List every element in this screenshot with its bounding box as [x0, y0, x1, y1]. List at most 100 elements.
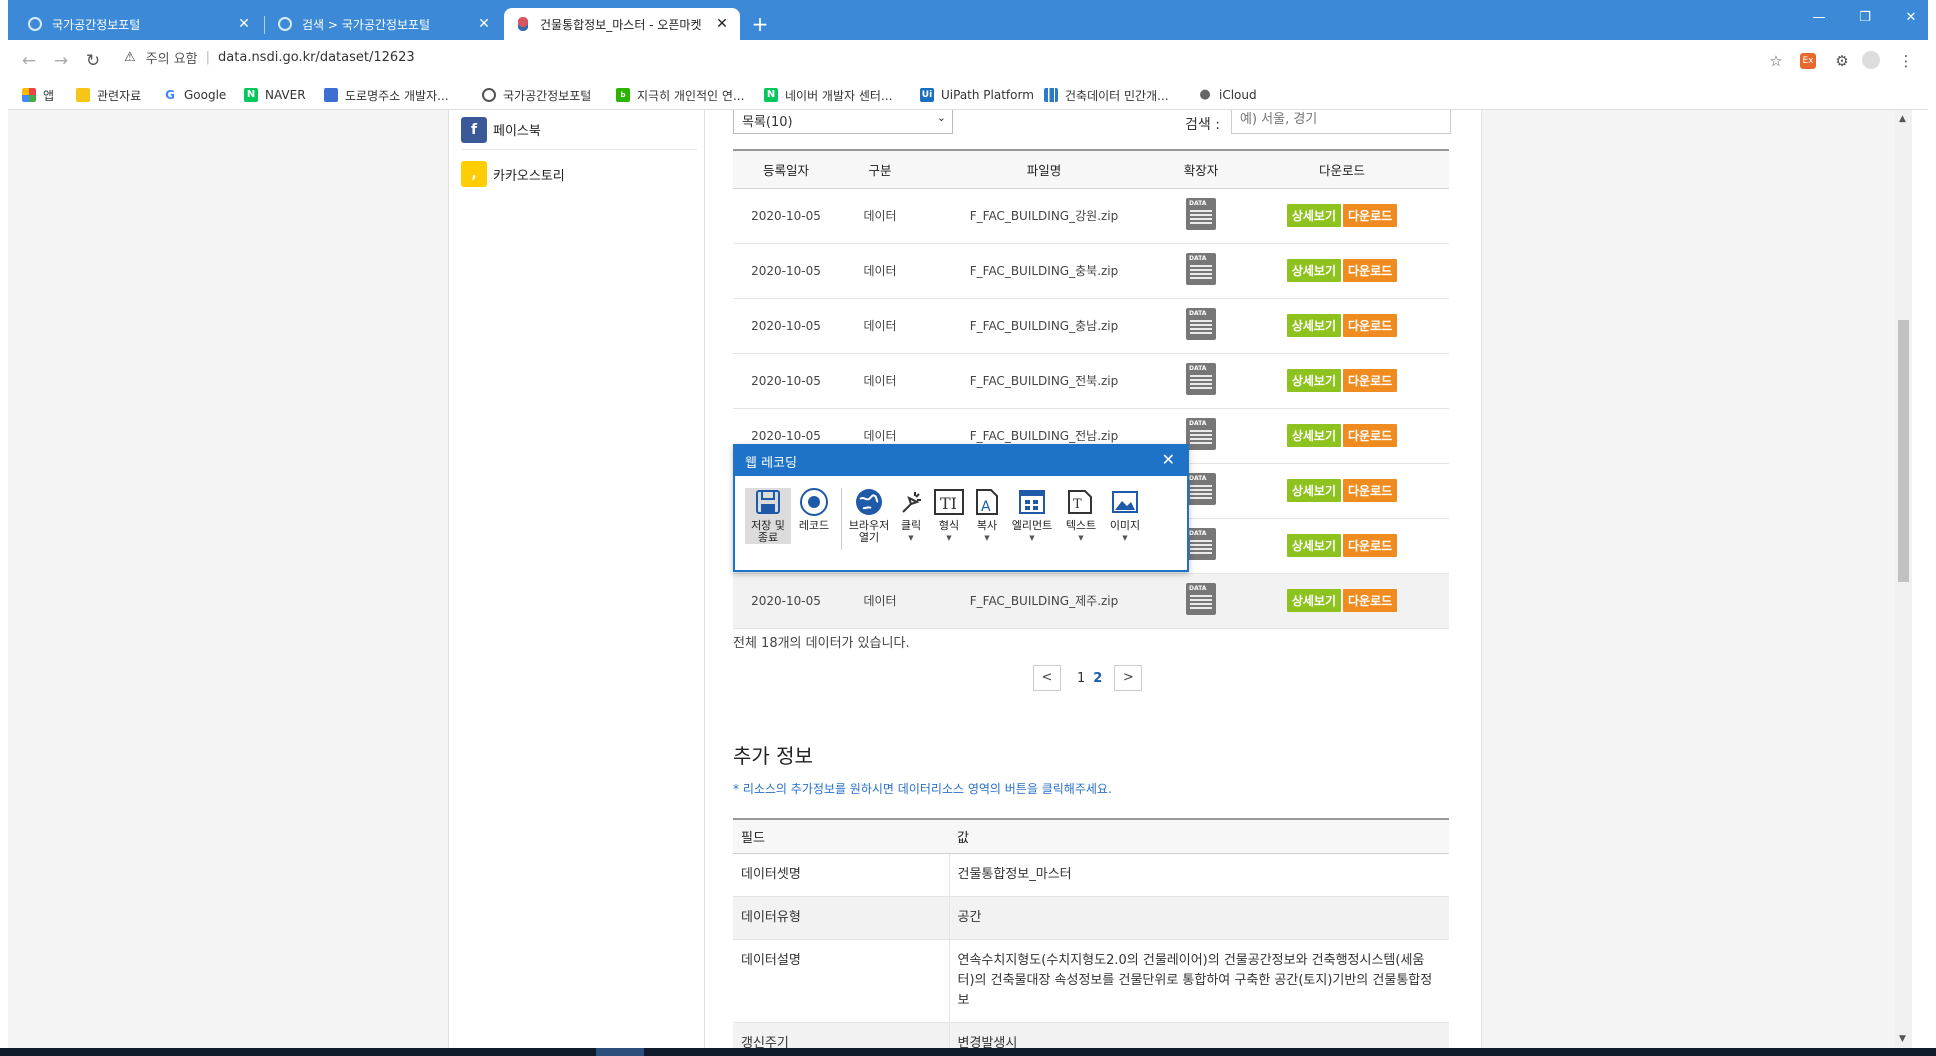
table-row: 2020-10-05 데이터 F_FAC_BUILDING_강원.zip 상세보… [733, 188, 1449, 244]
bookmark-building-data[interactable]: 건축데이터 민간개... [1044, 85, 1169, 105]
bookmark-folder[interactable]: 관련자료 [76, 85, 141, 105]
next-page-button[interactable]: > [1114, 665, 1143, 691]
restore-icon[interactable]: ❐ [1850, 10, 1880, 30]
minimize-icon[interactable]: — [1804, 10, 1834, 30]
bookmark-blog[interactable]: b 지극히 개인적인 연... [616, 85, 744, 105]
bookmark-naver[interactable]: N NAVER [244, 85, 306, 105]
click-button[interactable]: 클릭 ▼ [892, 488, 930, 544]
view-detail-button[interactable]: 상세보기 [1286, 314, 1341, 337]
vertical-scrollbar[interactable]: ▲ ▼ [1895, 110, 1912, 1048]
taskbar-active-app[interactable] [596, 1048, 644, 1056]
page-container: f 페이스북 , 카카오스토리 목록(10) ⌄ 검색 : 등록일자 구분 [448, 110, 1482, 1048]
download-button[interactable]: 다운로드 [1343, 314, 1398, 337]
bookmark-juso[interactable]: 도로명주소 개발자... [324, 85, 449, 105]
save-and-exit-button[interactable]: 저장 및 종료 [745, 488, 791, 544]
view-detail-button[interactable]: 상세보기 [1286, 479, 1341, 502]
new-tab-button[interactable]: + [748, 12, 772, 36]
download-button[interactable]: 다운로드 [1343, 589, 1398, 612]
data-file-icon [1186, 473, 1216, 505]
tab-dataset[interactable]: 건물통합정보_마스터 - 오픈마켓 ✕ [504, 8, 740, 40]
dropdown-arrow-icon: ▼ [1078, 534, 1084, 542]
cell-date: 2020-10-05 [733, 243, 839, 299]
scroll-down-icon[interactable]: ▼ [1899, 1034, 1906, 1044]
close-icon[interactable]: ✕ [476, 16, 492, 32]
prev-page-button[interactable]: < [1033, 665, 1061, 691]
bookmark-google[interactable]: G Google [163, 85, 226, 105]
svg-text:A: A [981, 499, 991, 515]
share-facebook-label: 페이스북 [493, 124, 541, 139]
field-name: 데이터설명 [733, 939, 950, 1023]
dropdown-arrow-icon: ▼ [1122, 534, 1128, 542]
share-facebook[interactable]: f 페이스북 [461, 110, 697, 150]
field-name: 데이터유형 [733, 896, 950, 940]
download-button[interactable]: 다운로드 [1343, 204, 1398, 227]
toolbar-divider [841, 488, 842, 550]
close-icon[interactable]: ✕ [714, 16, 730, 32]
folder-icon [76, 88, 90, 102]
address-bar[interactable]: ⚠ 주의 요함 | data.nsdi.go.kr/dataset/12623 [124, 48, 415, 67]
view-detail-button[interactable]: 상세보기 [1286, 259, 1341, 282]
page-1-link[interactable]: 1 [1077, 671, 1085, 686]
bookmark-nsdi[interactable]: 국가공간정보포털 [482, 85, 591, 105]
bookmark-icloud[interactable]: ● iCloud [1198, 85, 1256, 105]
field-value: 연속수치지형도(수치지형도2.0의 건물레이어)의 건물공간정보와 건축행정시스… [949, 939, 1449, 1023]
bookmark-uipath[interactable]: Ui UiPath Platform [920, 85, 1034, 105]
total-count: 전체 18개의 데이터가 있습니다. [733, 636, 910, 651]
view-detail-button[interactable]: 상세보기 [1286, 424, 1341, 447]
col-field: 필드 [733, 818, 949, 854]
table-row: 갱신주기 변경발생시 [733, 1022, 1449, 1048]
view-detail-button[interactable]: 상세보기 [1286, 369, 1341, 392]
record-button[interactable]: 레코드 [791, 488, 837, 532]
download-button[interactable]: 다운로드 [1343, 534, 1398, 557]
star-icon[interactable]: ☆ [1766, 51, 1786, 71]
bookmark-apps[interactable]: 앱 [22, 85, 54, 105]
col-filename: 파일명 [921, 149, 1167, 189]
tab-portal[interactable]: 국가공간정보포털 ✕ [16, 8, 262, 40]
forward-icon[interactable]: → [50, 50, 72, 72]
naver-icon: N [244, 88, 258, 102]
bookmark-naver-dev[interactable]: N 네이버 개발자 센터... [764, 85, 892, 105]
close-window-icon[interactable]: ✕ [1896, 10, 1926, 30]
open-browser-button[interactable]: 브라우저 열기 [846, 488, 892, 544]
download-button[interactable]: 다운로드 [1343, 259, 1398, 282]
share-kakaostory[interactable]: , 카카오스토리 [461, 154, 697, 194]
menu-icon[interactable]: ⋮ [1896, 51, 1916, 71]
table-row: 데이터설명 연속수치지형도(수치지형도2.0의 건물레이어)의 건물공간정보와 … [733, 939, 1449, 1023]
element-button[interactable]: 엘리먼트 ▼ [1006, 488, 1058, 544]
view-detail-button[interactable]: 상세보기 [1286, 204, 1341, 227]
extension-badge-icon[interactable]: Ex [1800, 53, 1816, 69]
type-into-button[interactable]: TI 형식 ▼ [930, 488, 968, 544]
back-icon[interactable]: ← [18, 50, 40, 72]
cell-type: 데이터 [839, 298, 921, 354]
per-page-select[interactable]: 목록(10) ⌄ [733, 110, 953, 134]
download-button[interactable]: 다운로드 [1343, 424, 1398, 447]
tab-title: 검색 > 국가공간정보포털 [302, 17, 431, 32]
apps-grid-icon [22, 88, 36, 102]
tab-search[interactable]: 검색 > 국가공간정보포털 ✕ [266, 8, 502, 40]
dropdown-arrow-icon: ▼ [946, 534, 952, 542]
data-file-icon [1186, 363, 1216, 395]
table-row: 데이터유형 공간 [733, 896, 1449, 940]
image-button[interactable]: 이미지 ▼ [1104, 488, 1146, 544]
close-icon[interactable]: ✕ [236, 16, 252, 32]
reload-icon[interactable]: ↻ [82, 50, 104, 72]
copy-text-button[interactable]: A 복사 ▼ [968, 488, 1006, 544]
data-file-icon [1186, 253, 1216, 285]
cell-type: 데이터 [839, 573, 921, 629]
scroll-up-icon[interactable]: ▲ [1899, 114, 1906, 124]
close-icon[interactable]: ✕ [1162, 450, 1175, 469]
view-detail-button[interactable]: 상세보기 [1286, 589, 1341, 612]
tab-title: 국가공간정보포털 [52, 17, 141, 32]
scrollbar-thumb[interactable] [1898, 320, 1909, 582]
globe-icon [278, 17, 292, 31]
cell-filename: F_FAC_BUILDING_충남.zip [921, 298, 1167, 354]
puzzle-icon[interactable]: ⚙ [1832, 51, 1852, 71]
field-name: 데이터셋명 [733, 853, 950, 897]
text-button[interactable]: T 텍스트 ▼ [1058, 488, 1104, 544]
page-2-link[interactable]: 2 [1093, 671, 1102, 686]
search-input[interactable] [1231, 110, 1451, 134]
view-detail-button[interactable]: 상세보기 [1286, 534, 1341, 557]
profile-avatar-icon[interactable] [1862, 51, 1880, 69]
download-button[interactable]: 다운로드 [1343, 369, 1398, 392]
download-button[interactable]: 다운로드 [1343, 479, 1398, 502]
